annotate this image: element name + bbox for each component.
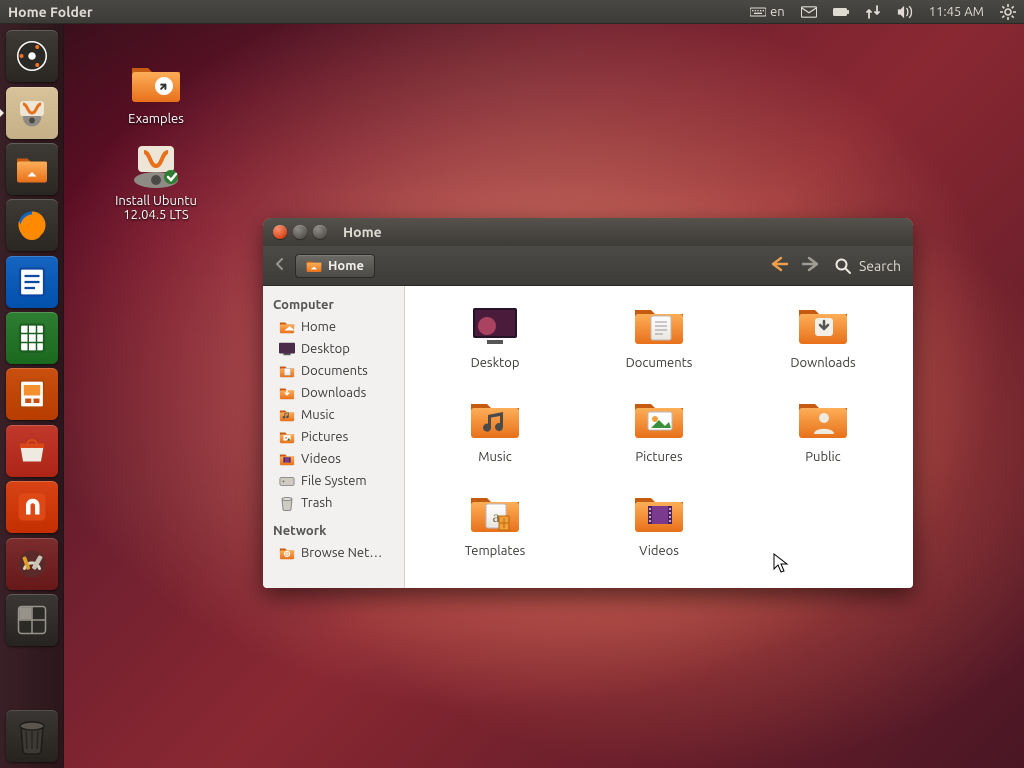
battery-indicator[interactable] (833, 4, 849, 20)
volume-icon (897, 4, 913, 20)
folder-downloads[interactable]: Downloads (745, 300, 901, 390)
panel-app-title: Home Folder (8, 4, 93, 20)
sidebar-item-label: Browse Net… (301, 546, 382, 560)
svg-text:a: a (492, 509, 499, 526)
sidebar-item-pictures[interactable]: Pictures (263, 426, 404, 448)
folder-templates[interactable]: a Templates (417, 488, 573, 578)
launcher-firefox[interactable] (6, 199, 58, 251)
sidebar-item-desktop[interactable]: Desktop (263, 338, 404, 360)
sidebar-item-home[interactable]: Home (263, 316, 404, 338)
path-prev-icon[interactable] (275, 258, 285, 273)
keyboard-icon (750, 4, 766, 20)
home-folder-icon (306, 259, 322, 273)
folder-pictures[interactable]: Pictures (581, 394, 737, 484)
sidebar-item-trash[interactable]: Trash (263, 492, 404, 514)
toolbar: Home Search (263, 246, 913, 286)
launcher-nautilus[interactable] (6, 87, 58, 139)
launcher (0, 24, 64, 768)
sidebar-item-label: Documents (301, 364, 368, 378)
launcher-ubuntu-one[interactable] (6, 481, 58, 533)
session-indicator[interactable] (1000, 4, 1016, 20)
window-maximize-button[interactable] (313, 225, 327, 239)
clock[interactable]: 11:45 AM (929, 5, 984, 19)
nav-forward-button[interactable] (795, 256, 827, 276)
network-icon (865, 4, 881, 20)
sidebar-item-label: Desktop (301, 342, 350, 356)
folder-label: Videos (581, 544, 737, 558)
nav-back-button[interactable] (763, 256, 795, 276)
sidebar-item-label: File System (301, 474, 367, 488)
desktop-icon-label: Install Ubuntu 12.04.5 LTS (96, 194, 216, 222)
keyboard-indicator[interactable]: en (750, 4, 785, 20)
desktop-icon-1[interactable]: Install Ubuntu 12.04.5 LTS (96, 142, 216, 222)
sidebar: Computer Home Desktop Documents Downloads Mu… (263, 286, 405, 588)
mail-indicator[interactable] (801, 4, 817, 20)
sidebar-item-label: Music (301, 408, 335, 422)
search-icon (835, 258, 851, 274)
sidebar-item-documents[interactable]: Documents (263, 360, 404, 382)
sidebar-section-network: Network (263, 520, 404, 542)
sidebar-item-browse-net-[interactable]: Browse Net… (263, 542, 404, 564)
folder-public[interactable]: Public (745, 394, 901, 484)
folder-label: Downloads (745, 356, 901, 370)
gear-icon (1000, 4, 1016, 20)
nautilus-window: Home Home Search Computer Home Desktop Doc… (263, 218, 913, 588)
top-panel: Home Folder en 11:45 AM (0, 0, 1024, 24)
window-minimize-button[interactable] (293, 225, 307, 239)
mail-icon (801, 4, 817, 20)
folder-content[interactable]: Desktop Documents Downloads Music Pictures Pu… (405, 286, 913, 588)
folder-label: Desktop (417, 356, 573, 370)
folder-documents[interactable]: Documents (581, 300, 737, 390)
sidebar-item-videos[interactable]: Videos (263, 448, 404, 470)
launcher-writer[interactable] (6, 256, 58, 308)
folder-label: Music (417, 450, 573, 464)
window-titlebar[interactable]: Home (263, 218, 913, 246)
search-label: Search (859, 258, 901, 274)
folder-label: Documents (581, 356, 737, 370)
launcher-trash[interactable] (6, 710, 58, 762)
sidebar-item-label: Trash (301, 496, 332, 510)
folder-label: Pictures (581, 450, 737, 464)
folder-videos[interactable]: Videos (581, 488, 737, 578)
window-title: Home (343, 224, 382, 240)
launcher-workspace[interactable] (6, 594, 58, 646)
launcher-dash[interactable] (6, 30, 58, 82)
launcher-files[interactable] (6, 143, 58, 195)
desktop-icon-0[interactable]: Examples (96, 60, 216, 126)
sidebar-section-computer: Computer (263, 294, 404, 316)
sound-indicator[interactable] (897, 4, 913, 20)
folder-label: Templates (417, 544, 573, 558)
path-label: Home (328, 259, 364, 273)
sidebar-item-label: Pictures (301, 430, 348, 444)
search-button[interactable]: Search (835, 258, 901, 274)
sidebar-item-label: Videos (301, 452, 341, 466)
launcher-software-center[interactable] (6, 425, 58, 477)
sidebar-item-file-system[interactable]: File System (263, 470, 404, 492)
lang-label: en (770, 5, 785, 19)
launcher-settings[interactable] (6, 538, 58, 590)
folder-label: Public (745, 450, 901, 464)
folder-desktop[interactable]: Desktop (417, 300, 573, 390)
sidebar-item-downloads[interactable]: Downloads (263, 382, 404, 404)
path-button-home[interactable]: Home (295, 254, 375, 278)
folder-music[interactable]: Music (417, 394, 573, 484)
battery-icon (833, 4, 849, 20)
desktop-icon-label: Examples (96, 112, 216, 126)
sidebar-item-music[interactable]: Music (263, 404, 404, 426)
launcher-calc[interactable] (6, 312, 58, 364)
network-indicator[interactable] (865, 4, 881, 20)
window-close-button[interactable] (273, 225, 287, 239)
sidebar-item-label: Home (301, 320, 336, 334)
sidebar-item-label: Downloads (301, 386, 366, 400)
launcher-impress[interactable] (6, 368, 58, 420)
